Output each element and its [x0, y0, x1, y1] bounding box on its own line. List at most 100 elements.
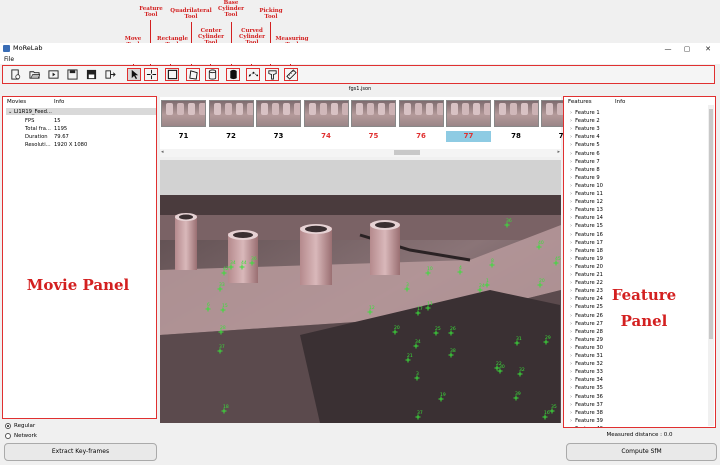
move-tool-button[interactable]: [127, 68, 141, 81]
keyframe-number[interactable]: 78: [494, 131, 539, 142]
keyframe-number[interactable]: 74: [304, 131, 349, 142]
expand-chevron-icon[interactable]: ›: [570, 240, 572, 246]
scroll-right-icon[interactable]: ▸: [557, 149, 560, 155]
measuring-tool-button[interactable]: [284, 68, 298, 81]
expand-chevron-icon[interactable]: ›: [570, 377, 572, 383]
feature-list-item[interactable]: › Feature 3: [570, 126, 600, 132]
feature-list-item[interactable]: › Feature 16: [570, 232, 603, 238]
keyframe-thumbnail[interactable]: [446, 100, 491, 127]
regular-radio[interactable]: [5, 423, 11, 429]
save-as-button[interactable]: [84, 68, 98, 81]
expand-chevron-icon[interactable]: ›: [570, 175, 572, 181]
feature-list-item[interactable]: › Feature 20: [570, 264, 603, 270]
keyframe-thumbnail[interactable]: [398, 100, 444, 127]
feature-list-item[interactable]: › Feature 17: [570, 240, 603, 246]
keyframe-thumbnail[interactable]: [303, 100, 349, 127]
movie-tree-item[interactable]: ⌄ LI1R19_Feed...: [8, 109, 52, 115]
network-radio[interactable]: [5, 433, 11, 439]
base-cylinder-tool-button[interactable]: [226, 68, 240, 81]
expand-chevron-icon[interactable]: ›: [570, 361, 572, 367]
feature-list-item[interactable]: › Feature 11: [570, 191, 603, 197]
feature-list-item[interactable]: › Feature 33: [570, 369, 603, 375]
expand-chevron-icon[interactable]: ›: [570, 272, 572, 278]
expand-chevron-icon[interactable]: ›: [570, 394, 572, 400]
expand-chevron-icon[interactable]: ›: [570, 159, 572, 165]
keyframe-thumbnail[interactable]: [351, 100, 396, 127]
feature-list-item[interactable]: › Feature 39: [570, 418, 603, 424]
feature-list-item[interactable]: › Feature 8: [570, 167, 600, 173]
keyframe-scrollbar[interactable]: ◂ ▸: [160, 149, 561, 157]
feature-list-item[interactable]: › Feature 6: [570, 151, 600, 157]
expand-chevron-icon[interactable]: ›: [570, 410, 572, 416]
expand-chevron-icon[interactable]: ›: [570, 167, 572, 173]
feature-list-item[interactable]: › Feature 29: [570, 337, 603, 343]
expand-chevron-icon[interactable]: ›: [570, 126, 572, 132]
keyframe-number[interactable]: 75: [351, 131, 396, 142]
expand-chevron-icon[interactable]: ›: [570, 353, 572, 359]
maximize-button[interactable]: ▢: [679, 43, 695, 55]
new-project-button[interactable]: [8, 68, 22, 81]
feature-list-item[interactable]: › Feature 9: [570, 175, 600, 181]
keyframe-image-svg[interactable]: 3640453634 4442 10 481 2033 3 246 15 1112 1720 25 2…: [160, 195, 561, 423]
expand-chevron-icon[interactable]: ›: [570, 296, 572, 302]
expand-chevron-icon[interactable]: ›: [570, 207, 572, 213]
feature-list-item[interactable]: › Feature 7: [570, 159, 600, 165]
minimize-button[interactable]: —: [660, 43, 676, 55]
expand-chevron-icon[interactable]: ›: [570, 191, 572, 197]
feature-list-item[interactable]: › Feature 14: [570, 215, 603, 221]
center-cylinder-tool-button[interactable]: [205, 68, 219, 81]
feature-list-item[interactable]: › Feature 36: [570, 394, 603, 400]
keyframe-thumbnail[interactable]: [208, 100, 254, 127]
feature-list-item[interactable]: › Feature 12: [570, 199, 603, 205]
keyframe-number[interactable]: 72: [209, 131, 254, 142]
feature-list-item[interactable]: › Feature 15: [570, 223, 603, 229]
export-button[interactable]: [103, 68, 117, 81]
extract-keyframes-button[interactable]: Extract Key-frames: [4, 443, 157, 461]
expand-chevron-icon[interactable]: ›: [570, 304, 572, 310]
expand-chevron-icon[interactable]: ›: [570, 110, 572, 116]
menu-file[interactable]: File: [4, 56, 14, 63]
keyframe-number[interactable]: 77: [446, 131, 491, 142]
keyframe-number[interactable]: 71: [161, 131, 206, 142]
feature-list-item[interactable]: › Feature 18: [570, 248, 603, 254]
feature-list-item[interactable]: › Feature 2: [570, 118, 600, 124]
expand-chevron-icon[interactable]: ›: [570, 183, 572, 189]
expand-chevron-icon[interactable]: ›: [570, 223, 572, 229]
feature-list-item[interactable]: › Feature 34: [570, 377, 603, 383]
curved-cylinder-tool-button[interactable]: [246, 68, 260, 81]
expand-chevron-icon[interactable]: ›: [570, 337, 572, 343]
compute-sfm-button[interactable]: Compute SfM: [566, 443, 717, 461]
feature-tool-button[interactable]: [144, 68, 158, 81]
feature-scrollbar-thumb[interactable]: [709, 109, 713, 339]
keyframe-number[interactable]: 73: [256, 131, 301, 142]
expand-chevron-icon[interactable]: ›: [570, 199, 572, 205]
expand-chevron-icon[interactable]: ›: [570, 151, 572, 157]
feature-list-item[interactable]: › Feature 30: [570, 345, 603, 351]
feature-list-item[interactable]: › Feature 10: [570, 183, 603, 189]
keyframe-thumbnail[interactable]: [493, 100, 539, 127]
feature-list-item[interactable]: › Feature 35: [570, 385, 603, 391]
expand-chevron-icon[interactable]: ›: [570, 134, 572, 140]
expand-chevron-icon[interactable]: ›: [570, 264, 572, 270]
expand-chevron-icon[interactable]: ›: [570, 142, 572, 148]
scrollbar-thumb[interactable]: [394, 150, 420, 155]
keyframe-thumbnail[interactable]: [161, 100, 206, 127]
feature-list-item[interactable]: › Feature 13: [570, 207, 603, 213]
expand-chevron-icon[interactable]: ›: [570, 426, 572, 427]
save-button[interactable]: [65, 68, 79, 81]
keyframe-image[interactable]: 36 40 45 36 34 44 42 10 4 8 1 20 33 3 24 6 15 11 12 17 20 25 2…: [160, 195, 561, 423]
close-button[interactable]: ✕: [700, 43, 716, 55]
open-movie-button[interactable]: [46, 68, 60, 81]
expand-chevron-icon[interactable]: ›: [570, 321, 572, 327]
feature-list-item[interactable]: › Feature 38: [570, 410, 603, 416]
rectangle-tool-button[interactable]: [165, 68, 179, 81]
feature-list-item[interactable]: › Feature 32: [570, 361, 603, 367]
network-mode-option[interactable]: Network: [5, 433, 37, 439]
feature-list-item[interactable]: › Feature 1: [570, 110, 600, 116]
expand-chevron-icon[interactable]: ›: [570, 313, 572, 319]
feature-list-item[interactable]: › Feature 19: [570, 256, 603, 262]
expand-chevron-icon[interactable]: ›: [570, 369, 572, 375]
expand-chevron-icon[interactable]: ›: [570, 248, 572, 254]
keyframe-thumbnail[interactable]: [256, 100, 301, 127]
expand-chevron-icon[interactable]: ›: [570, 288, 572, 294]
